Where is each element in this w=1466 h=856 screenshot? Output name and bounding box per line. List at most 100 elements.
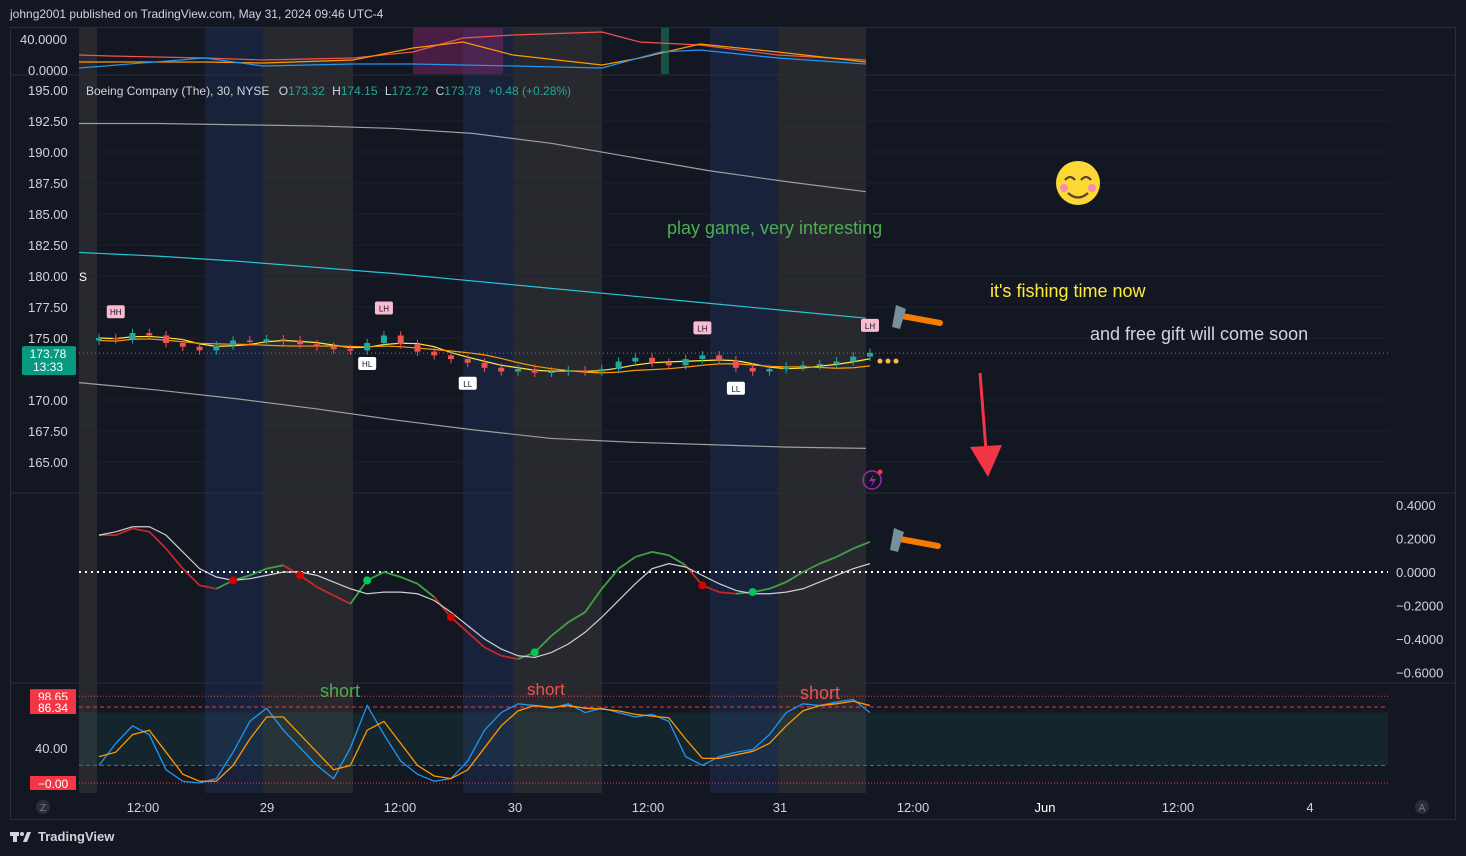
candle-body bbox=[531, 369, 538, 373]
osc-cross-dot bbox=[748, 588, 757, 597]
candle-body bbox=[749, 367, 756, 372]
smiley-cheek-left bbox=[1060, 184, 1068, 192]
pivot-label: LL bbox=[463, 380, 472, 389]
legend-h-label: H bbox=[332, 84, 341, 98]
legend-change: +0.48 (+0.28%) bbox=[488, 84, 572, 98]
osc-cross-dot bbox=[446, 613, 455, 622]
legend-symbol[interactable]: Boeing Company (The), 30, NYSE bbox=[86, 84, 269, 98]
candle-body bbox=[347, 349, 354, 351]
osc-axis-tick: 0.2000 bbox=[1396, 532, 1436, 547]
price-axis-tick: 187.50 bbox=[28, 176, 68, 191]
candle-body bbox=[481, 362, 488, 368]
pivot-label: LL bbox=[731, 385, 740, 394]
candle-body bbox=[649, 357, 656, 363]
candle-body bbox=[414, 344, 421, 352]
price-axis-tick: 182.50 bbox=[28, 238, 68, 253]
signal-dot-0 bbox=[877, 358, 883, 364]
candle-body bbox=[783, 366, 790, 369]
price-axis-tick: 195.00 bbox=[28, 83, 68, 98]
footer-brand[interactable]: TradingView bbox=[10, 829, 114, 844]
stoch-badge-mid-label: 86.34 bbox=[38, 701, 68, 715]
osc-fast-segment bbox=[651, 551, 670, 557]
candle-body bbox=[297, 340, 304, 345]
candle-body bbox=[766, 369, 773, 372]
legend-low: 172.72 bbox=[391, 84, 429, 98]
candle-body bbox=[431, 351, 438, 356]
candle-body bbox=[699, 355, 706, 360]
candle-body bbox=[313, 344, 320, 347]
lightning-bolt bbox=[869, 474, 876, 487]
annotation-short-3[interactable]: short bbox=[800, 683, 840, 704]
price-axis-tick: 170.00 bbox=[28, 393, 68, 408]
top-highlight-band bbox=[413, 28, 503, 74]
time-axis-tick: 12:00 bbox=[127, 800, 160, 815]
candle-body bbox=[246, 340, 253, 342]
candle-body bbox=[565, 370, 572, 372]
time-axis-tick: 30 bbox=[508, 800, 522, 815]
pivot-label: HH bbox=[110, 308, 122, 317]
osc-fast-segment bbox=[400, 576, 418, 585]
session-band-2 bbox=[263, 28, 353, 793]
annotation-play-game[interactable]: play game, very interesting bbox=[667, 218, 882, 239]
osc-axis-tick: 0.4000 bbox=[1396, 498, 1436, 513]
lightning-dot bbox=[877, 469, 883, 475]
tradingview-logo-icon bbox=[10, 831, 32, 843]
annotation-free-gift[interactable]: and free gift will come soon bbox=[1090, 324, 1308, 345]
osc-fast-segment bbox=[618, 556, 636, 570]
legend-l-label: L bbox=[384, 84, 392, 98]
osc-axis-tick: −0.4000 bbox=[1396, 632, 1443, 647]
osc-axis-tick: −0.2000 bbox=[1396, 599, 1443, 614]
candle-body bbox=[682, 359, 689, 366]
osc-cross-dot bbox=[363, 576, 372, 585]
annotation-short-1[interactable]: short bbox=[320, 681, 360, 702]
candle-body bbox=[364, 342, 371, 351]
osc-fast-segment bbox=[165, 547, 184, 570]
price-axis-tick: 165.00 bbox=[28, 455, 68, 470]
smiley-cheek-right bbox=[1088, 184, 1096, 192]
osc-axis-tick: 0.0000 bbox=[1396, 565, 1436, 580]
price-axis-tick: 175.00 bbox=[28, 331, 68, 346]
candle-body bbox=[380, 335, 387, 343]
candle-body bbox=[397, 335, 404, 345]
session-band-0 bbox=[79, 28, 97, 793]
signal-dot-2 bbox=[893, 358, 899, 364]
osc-cross-dot bbox=[698, 581, 707, 590]
candle-body bbox=[632, 357, 639, 362]
annotation-short-2[interactable]: short bbox=[527, 680, 565, 700]
osc-fast-segment bbox=[635, 551, 653, 558]
time-axis-tick: 4 bbox=[1306, 800, 1313, 815]
auto-scale-label: A bbox=[1419, 803, 1426, 814]
candle-body bbox=[464, 359, 471, 363]
candle-body bbox=[833, 361, 840, 365]
candle-body bbox=[213, 345, 220, 351]
price-axis-tick: 177.50 bbox=[28, 300, 68, 315]
candle-body bbox=[96, 338, 102, 341]
session-band-4 bbox=[513, 28, 602, 793]
down-arrow-icon bbox=[978, 372, 988, 451]
time-axis-tick: 12:00 bbox=[632, 800, 665, 815]
annotation-fishing-time[interactable]: it's fishing time now bbox=[990, 281, 1146, 302]
osc-axis-tick: −0.6000 bbox=[1396, 666, 1443, 681]
candle-body bbox=[615, 361, 622, 369]
osc-fast-segment bbox=[182, 568, 201, 587]
legend-high: 174.15 bbox=[340, 84, 378, 98]
candle-body bbox=[515, 369, 522, 372]
signal-dot-1 bbox=[885, 358, 891, 364]
down-arrow-head bbox=[970, 445, 1002, 477]
session-band-3 bbox=[463, 28, 513, 793]
osc-cross-dot bbox=[296, 571, 305, 580]
candle-body bbox=[179, 342, 186, 347]
top-axis-tick: 0.0000 bbox=[28, 63, 68, 78]
osc-fast-segment bbox=[601, 568, 620, 590]
chart-canvas[interactable]: 40.00000.0000195.00192.50190.00187.50185… bbox=[0, 0, 1466, 856]
top-axis-tick: 40.0000 bbox=[20, 32, 67, 47]
osc-cross-dot bbox=[530, 648, 539, 657]
legend-o-label: O bbox=[278, 84, 289, 98]
candle-body bbox=[598, 369, 605, 372]
session-band-1 bbox=[205, 28, 263, 793]
hammer-icon bbox=[899, 313, 943, 326]
time-axis-tick: 12:00 bbox=[897, 800, 930, 815]
candle-body bbox=[280, 339, 287, 341]
pivot-label: HL bbox=[362, 360, 373, 369]
symbol-legend: Boeing Company (The), 30, NYSE O173.32 H… bbox=[86, 84, 571, 98]
